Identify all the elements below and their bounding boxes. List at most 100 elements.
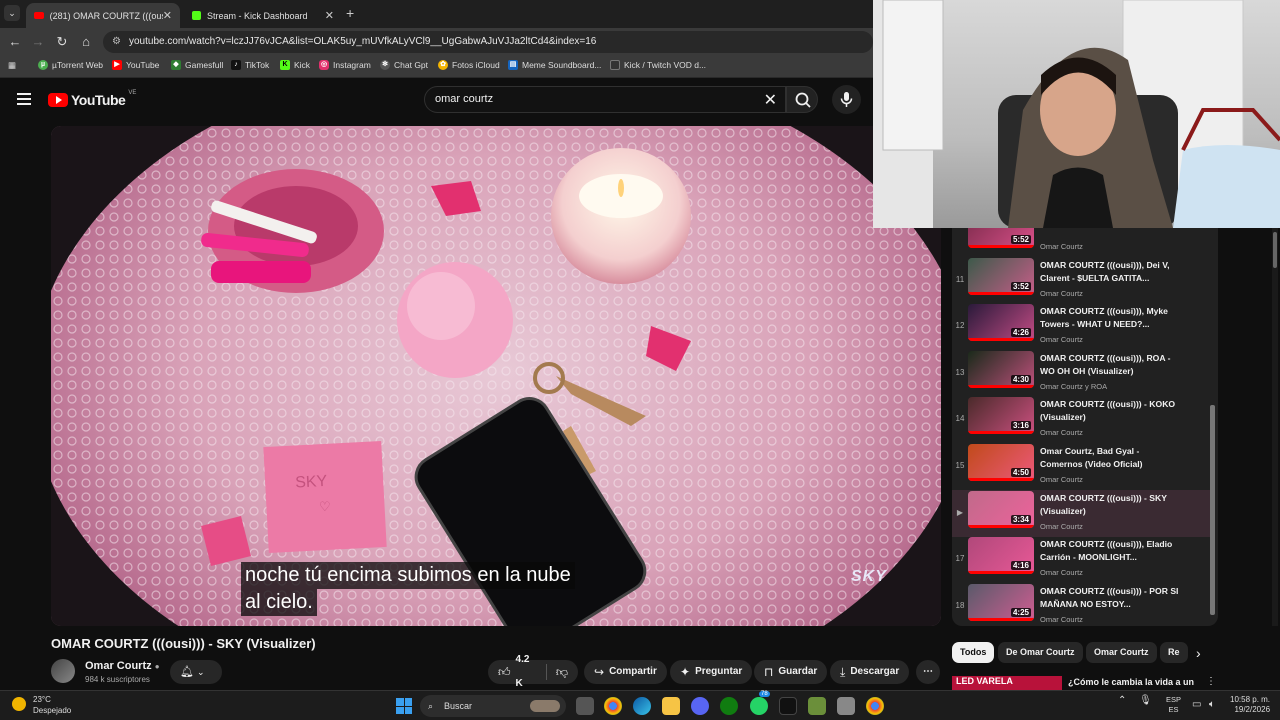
bookmark-kick-twitch-vod[interactable]: Kick / Twitch VOD d... [610, 60, 706, 70]
watched-progress-bar [968, 571, 1034, 575]
clear-search-icon[interactable]: ✕ [764, 90, 777, 110]
task-view-icon[interactable] [576, 697, 594, 715]
notifications-button[interactable]: 🔔︎ ⌄ [170, 660, 222, 684]
windows-start-icon[interactable] [396, 698, 412, 714]
search-icon [795, 92, 811, 108]
channel-name[interactable]: Omar Courtz ● [85, 660, 160, 672]
video-thumbnail[interactable]: 4:16 [968, 537, 1034, 575]
whatsapp-icon[interactable]: 78 [750, 691, 770, 715]
playlist-item[interactable]: 17 4:16 OMAR COURTZ (((ousi))), Eladio Car… [952, 536, 1210, 583]
tab-kick[interactable]: Stream - Kick Dashboard ✕ [184, 3, 342, 28]
bookmark-chatgpt[interactable]: ✻ Chat Gpt [380, 60, 428, 70]
channel-avatar[interactable] [51, 659, 75, 683]
playlist-index: ▶ [956, 507, 964, 517]
back-arrow-icon[interactable]: ← [6, 34, 24, 49]
file-explorer-icon[interactable] [662, 697, 680, 715]
page-scrollbar[interactable] [1272, 228, 1278, 626]
search-button[interactable] [786, 86, 818, 113]
chrome-profile-icon[interactable] [866, 697, 884, 715]
tab-search-button[interactable]: ⌄ [4, 5, 20, 21]
tab-youtube[interactable]: (281) OMAR COURTZ (((ousi))) ✕ [26, 3, 180, 28]
playlist-scrollbar[interactable] [1210, 405, 1215, 615]
system-clock[interactable]: 10:58 p. m. 19/2/2026 [1230, 695, 1270, 715]
like-count[interactable]: 4.2 K [516, 648, 537, 696]
address-bar-row: ← → ↻ ⌂ ⚙ youtube.com/watch?v=lczJJ76vJC… [0, 28, 873, 56]
microphone-icon[interactable]: 🎙︎ [1139, 695, 1152, 706]
apps-grid-icon[interactable]: ▦ [8, 60, 16, 71]
more-vert-icon[interactable]: ⋮ [1206, 676, 1216, 687]
bookmark-icloud-photos[interactable]: ✿ Fotos iCloud [438, 60, 500, 70]
scrollbar-thumb[interactable] [1273, 232, 1277, 268]
video-thumbnail[interactable]: 5:52 [968, 228, 1034, 248]
playlist-item[interactable]: 11 3:52 OMAR COURTZ (((ousi))), Dei V, Cla… [952, 257, 1210, 304]
video-thumbnail[interactable]: 4:25 [968, 583, 1034, 621]
edge-icon[interactable] [633, 697, 651, 715]
playlist-item-title: OMAR COURTZ (((ousi))), Myke Towers - WH… [1040, 306, 1168, 330]
tiktok-icon[interactable] [779, 697, 797, 715]
playlist-item[interactable]: 14 3:16 OMAR COURTZ (((ousi))) - KOKO (Vis… [952, 396, 1210, 443]
minecraft-icon[interactable] [808, 697, 826, 715]
video-thumbnail[interactable]: 3:52 [968, 257, 1034, 295]
recommended-video[interactable]: LED VARELA ¿Cómo le cambia la vida a un … [952, 676, 1218, 690]
chip-omar-courtz[interactable]: Omar Courtz [1086, 642, 1157, 663]
system-tray[interactable]: ⌃ 🎙︎ [1118, 695, 1152, 706]
chip-todos[interactable]: Todos [952, 642, 995, 663]
bookmark-kick[interactable]: K Kick [280, 60, 310, 70]
volume-icon[interactable]: 🔈︎ [1209, 699, 1215, 710]
chevron-right-icon[interactable]: › [1196, 645, 1201, 661]
video-thumbnail[interactable]: 4:30 [968, 350, 1034, 388]
chrome-icon[interactable] [604, 697, 622, 715]
playlist-item-title: OMAR COURTZ (((ousi))), Dei V, Clarent -… [1040, 259, 1170, 283]
calculator-icon[interactable] [837, 697, 855, 715]
playlist-item[interactable]: 18 4:25 OMAR COURTZ (((ousi))) - POR SI MA… [952, 583, 1210, 626]
forward-arrow-icon[interactable]: → [29, 34, 47, 49]
xbox-icon[interactable] [720, 697, 738, 715]
close-icon[interactable]: ✕ [163, 9, 172, 22]
bookmark-gamesfull[interactable]: ◆ Gamesfull [171, 60, 223, 70]
thumbs-down-icon[interactable]: 👎︎ [556, 660, 568, 684]
save-button[interactable]: ⊓ Guardar [754, 660, 828, 684]
site-info-icon[interactable]: ⚙ [112, 31, 121, 53]
bookmark-meme-soundboard[interactable]: ▤ Meme Soundboard... [508, 60, 601, 70]
more-actions-button[interactable]: ⋯ [916, 660, 940, 684]
search-input[interactable]: omar courtz ✕ [424, 86, 786, 113]
voice-search-button[interactable] [832, 85, 861, 114]
video-thumbnail[interactable]: 4:50 [968, 444, 1034, 481]
bookmark-tiktok[interactable]: ♪ TikTok [231, 60, 269, 70]
youtube-logo[interactable]: YouTube VE [48, 90, 136, 108]
video-player[interactable]: SKY ♡ noche tú encima subimos en la nube… [51, 126, 941, 626]
watched-progress-bar [968, 524, 1034, 528]
new-tab-button[interactable]: + [346, 5, 354, 21]
playlist-item[interactable]: ▶ 3:34 OMAR COURTZ (((ousi))) - SKY (Visua… [952, 489, 1210, 537]
bookmark-instagram[interactable]: ◎ Instagram [319, 60, 371, 70]
playlist-item[interactable]: 15 4:50 Omar Courtz, Bad Gyal - Comernos (… [952, 443, 1210, 490]
menu-icon[interactable] [17, 93, 31, 105]
playlist-item[interactable]: 12 4:26 OMAR COURTZ (((ousi))), Myke Tower… [952, 303, 1210, 350]
watched-progress-bar [968, 478, 1034, 481]
taskbar-search[interactable]: ⌕ Buscar [420, 695, 566, 717]
chip-de-omar-courtz[interactable]: De Omar Courtz [998, 642, 1083, 663]
network-icon[interactable]: ▭ [1192, 699, 1201, 710]
url-field[interactable]: ⚙ youtube.com/watch?v=lczJJ76vJCA&list=O… [103, 31, 873, 53]
chevron-up-icon[interactable]: ⌃ [1118, 695, 1126, 706]
download-button[interactable]: ⤓ Descargar [830, 660, 910, 684]
photos-icon: ✿ [438, 60, 448, 70]
playlist-item-channel: Omar Courtz [1040, 568, 1083, 578]
bookmark-youtube[interactable]: ▶ YouTube [112, 60, 159, 70]
ask-button[interactable]: ✦ Preguntar [670, 660, 753, 684]
video-subtitles: noche tú encima subimos en la nube al ci… [241, 562, 575, 616]
close-icon[interactable]: ✕ [325, 9, 334, 22]
video-thumbnail[interactable]: 3:34 [968, 490, 1034, 528]
chip-related[interactable]: Re [1160, 642, 1188, 663]
playlist-item[interactable]: 5:52 Omar Courtz [952, 228, 1210, 257]
thumbs-up-icon[interactable]: 👍︎ [498, 660, 511, 684]
share-button[interactable]: ↪ Compartir [584, 660, 667, 684]
video-thumbnail[interactable]: 4:26 [968, 304, 1034, 342]
playlist-item[interactable]: 13 4:30 OMAR COURTZ (((ousi))), ROA - WO O… [952, 350, 1210, 397]
language-indicator[interactable]: ESP ES [1166, 695, 1181, 715]
reload-icon[interactable]: ↻ [53, 34, 71, 50]
video-thumbnail[interactable]: 3:16 [968, 397, 1034, 435]
home-icon[interactable]: ⌂ [77, 34, 95, 49]
discord-icon[interactable] [691, 697, 709, 715]
bookmark-utorrent[interactable]: µ µTorrent Web [38, 60, 103, 70]
